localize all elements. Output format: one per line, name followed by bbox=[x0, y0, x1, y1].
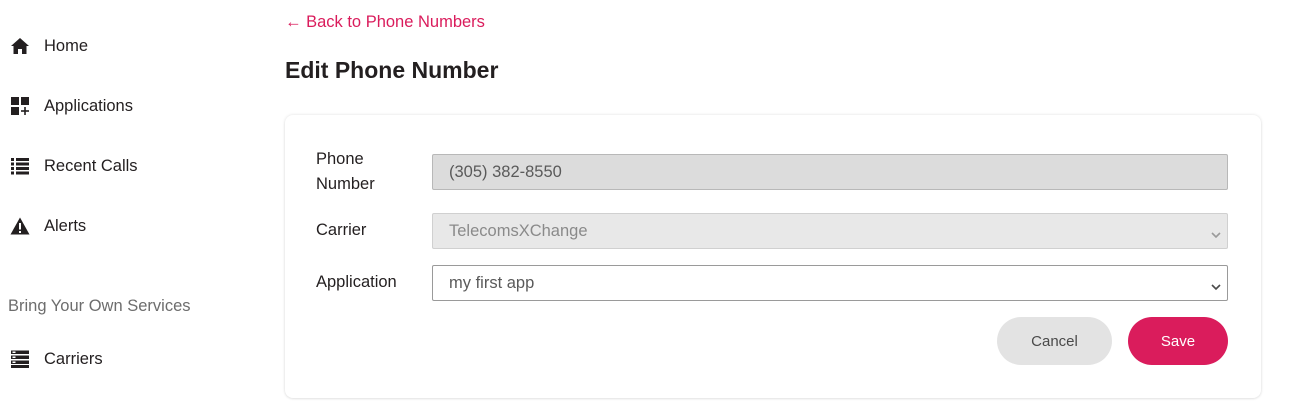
back-to-phone-numbers-link[interactable]: ← Back to Phone Numbers bbox=[285, 13, 485, 32]
application-label: Application bbox=[316, 273, 397, 291]
chevron-down-icon bbox=[1211, 278, 1221, 291]
sidebar-item-recent-calls[interactable]: Recent Calls bbox=[10, 153, 138, 179]
phone-number-label: Phone Number bbox=[316, 150, 375, 193]
list-icon bbox=[10, 156, 30, 176]
cancel-button[interactable]: Cancel bbox=[997, 317, 1112, 365]
sidebar: Home Applications Recent Calls Alerts Br… bbox=[0, 0, 260, 409]
sidebar-item-carriers[interactable]: Carriers bbox=[10, 346, 103, 372]
sidebar-item-applications[interactable]: Applications bbox=[10, 93, 133, 119]
applications-icon bbox=[10, 96, 30, 116]
sidebar-item-label: Recent Calls bbox=[44, 156, 138, 175]
home-icon bbox=[10, 36, 30, 56]
chevron-down-icon bbox=[1211, 226, 1221, 239]
carrier-select[interactable]: TelecomsXChange bbox=[432, 213, 1228, 249]
sidebar-item-label: Home bbox=[44, 36, 89, 55]
sidebar-item-label: Applications bbox=[44, 96, 133, 115]
sidebar-item-label: Carriers bbox=[44, 349, 103, 368]
phone-number-value: (305) 382-8550 bbox=[449, 162, 562, 181]
page-title: Edit Phone Number bbox=[285, 57, 499, 83]
sidebar-item-label: Alerts bbox=[44, 216, 87, 235]
sidebar-item-alerts[interactable]: Alerts bbox=[10, 213, 86, 239]
phone-number-field[interactable]: (305) 382-8550 bbox=[432, 154, 1228, 190]
edit-phone-form-card: Phone Number (305) 382-8550 Carrier Tele… bbox=[285, 115, 1261, 398]
warning-icon bbox=[10, 216, 30, 236]
sidebar-item-home[interactable]: Home bbox=[10, 33, 88, 59]
section-heading-byos: Bring Your Own Services bbox=[8, 297, 191, 315]
carriers-icon bbox=[10, 349, 30, 369]
application-select[interactable]: my first app bbox=[432, 265, 1228, 301]
application-selected-value: my first app bbox=[449, 273, 535, 292]
save-button[interactable]: Save bbox=[1128, 317, 1228, 365]
carrier-selected-value: TelecomsXChange bbox=[449, 221, 588, 240]
carrier-label: Carrier bbox=[316, 221, 367, 239]
